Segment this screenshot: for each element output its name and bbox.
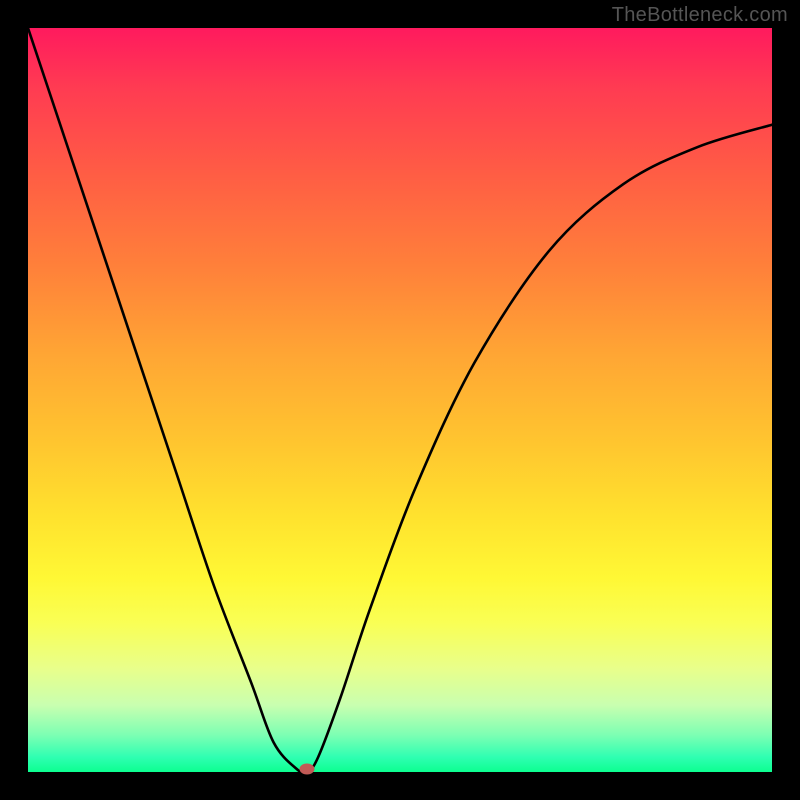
plot-area: [28, 28, 772, 772]
minimum-marker: [300, 764, 315, 775]
curve-path: [28, 28, 772, 772]
bottleneck-curve: [28, 28, 772, 772]
watermark-text: TheBottleneck.com: [612, 4, 788, 27]
